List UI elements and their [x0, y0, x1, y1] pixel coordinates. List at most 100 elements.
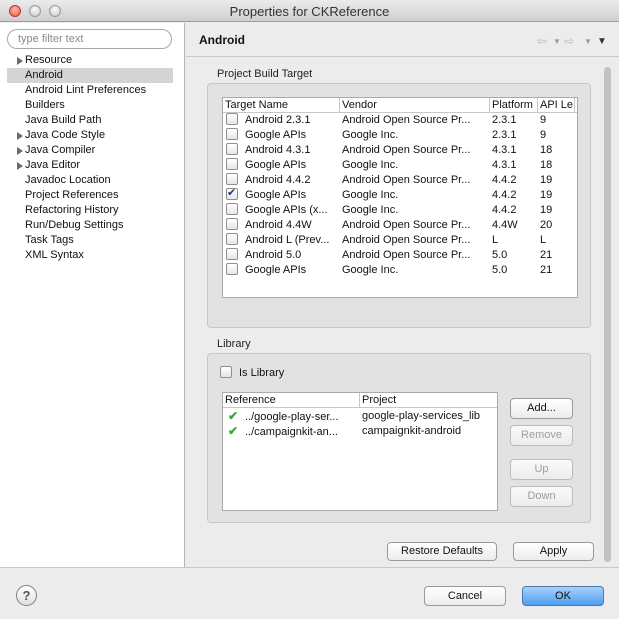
target-api-cell: 18	[540, 144, 553, 156]
target-vendor-cell: Android Open Source Pr...	[342, 144, 471, 156]
column-platform[interactable]: Platform	[490, 98, 538, 113]
table-row[interactable]: Google APIs Google Inc. 2.3.1 9	[223, 128, 577, 143]
ok-button[interactable]: OK	[522, 586, 604, 606]
table-row[interactable]: ✔ ../campaignkit-an... campaignkit-android	[223, 424, 497, 439]
tree-item-xml-syntax[interactable]: XML Syntax	[0, 248, 185, 263]
target-checkbox[interactable]	[226, 233, 238, 245]
column-target-name[interactable]: Target Name	[223, 98, 340, 113]
target-checkbox[interactable]	[226, 158, 238, 170]
target-checkbox[interactable]	[226, 203, 238, 215]
project-cell: campaignkit-android	[362, 425, 462, 437]
target-checkbox[interactable]	[226, 263, 238, 275]
target-checkbox[interactable]	[226, 143, 238, 155]
target-name-cell: Google APIs	[223, 188, 340, 203]
table-row[interactable]: ✔ ../google-play-ser... google-play-servic…	[223, 409, 497, 424]
tree-item-java-editor[interactable]: Java Editor	[0, 158, 185, 173]
tree-item-java-compiler[interactable]: Java Compiler	[0, 143, 185, 158]
tree-item-java-code-style[interactable]: Java Code Style	[0, 128, 185, 143]
help-icon[interactable]: ?	[16, 585, 37, 606]
tree-item-label: Android Lint Preferences	[25, 84, 147, 96]
filter-input[interactable]	[8, 30, 171, 48]
target-name-cell: Google APIs (x...	[223, 203, 340, 218]
library-table: Reference Project ✔ ../google-play-ser...…	[222, 392, 498, 511]
window-title: Properties for CKReference	[229, 4, 390, 19]
target-api-cell: 21	[540, 249, 553, 261]
add-button[interactable]: Add...	[510, 398, 573, 419]
table-row[interactable]: Google APIs Google Inc. 4.3.1 18	[223, 158, 577, 173]
table-row[interactable]: Android L (Prev... Android Open Source Pr…	[223, 233, 577, 248]
tree-item-android[interactable]: Android	[7, 68, 173, 83]
expand-arrow-icon[interactable]	[17, 147, 23, 155]
target-name: Google APIs	[245, 159, 307, 171]
target-platform-cell: 2.3.1	[492, 114, 517, 126]
restore-defaults-button[interactable]: Restore Defaults	[387, 542, 497, 561]
filter-field[interactable]	[7, 29, 172, 49]
forward-history-dropdown-icon[interactable]: ▼	[584, 37, 592, 46]
up-button[interactable]: Up	[510, 459, 573, 480]
table-row[interactable]: Google APIs Google Inc. 5.0 21	[223, 263, 577, 278]
dialog-footer: ? Cancel OK	[0, 567, 619, 619]
expand-arrow-icon[interactable]	[17, 162, 23, 170]
target-name: Android 5.0	[245, 249, 302, 261]
back-arrow-icon[interactable]: ⇦	[537, 34, 547, 48]
target-platform-cell: 5.0	[492, 264, 508, 276]
tree-item-run-debug-settings[interactable]: Run/Debug Settings	[0, 218, 185, 233]
remove-button[interactable]: Remove	[510, 425, 573, 446]
table-row[interactable]: Android 5.0 Android Open Source Pr... 5.0 2…	[223, 248, 577, 263]
back-history-dropdown-icon[interactable]: ▼	[553, 37, 561, 46]
table-row[interactable]: Android 4.4.2 Android Open Source Pr... 4.…	[223, 173, 577, 188]
target-name-cell: Android 2.3.1	[223, 113, 340, 128]
target-vendor-cell: Android Open Source Pr...	[342, 249, 471, 261]
is-library-option[interactable]: Is Library	[220, 366, 284, 381]
expand-arrow-icon[interactable]	[17, 132, 23, 140]
tree-item-resource[interactable]: Resource	[0, 53, 185, 68]
target-checkbox[interactable]	[226, 128, 238, 140]
target-checkbox[interactable]	[226, 218, 238, 230]
table-row[interactable]: Google APIs (x... Google Inc. 4.4.2 19	[223, 203, 577, 218]
cancel-button[interactable]: Cancel	[424, 586, 506, 606]
target-platform-cell: L	[492, 234, 499, 246]
target-name: Google APIs (x...	[245, 204, 328, 216]
target-vendor-cell: Google Inc.	[342, 204, 399, 216]
view-menu-icon[interactable]: ▼	[597, 36, 607, 47]
column-api-level[interactable]: API Le	[538, 98, 575, 113]
target-platform-cell: 4.4.2	[492, 204, 517, 216]
is-library-checkbox[interactable]	[220, 366, 232, 378]
column-vendor[interactable]: Vendor	[340, 98, 490, 113]
apply-button[interactable]: Apply	[513, 542, 594, 561]
target-vendor-cell: Android Open Source Pr...	[342, 114, 471, 126]
target-checkbox[interactable]	[226, 173, 238, 185]
column-reference[interactable]: Reference	[223, 393, 360, 408]
tree-item-refactoring-history[interactable]: Refactoring History	[0, 203, 185, 218]
tree-item-label: Java Editor	[25, 159, 81, 171]
tree-item-javadoc-location[interactable]: Javadoc Location	[0, 173, 185, 188]
target-api-cell: 18	[540, 159, 553, 171]
column-project[interactable]: Project	[360, 393, 497, 408]
target-name-cell: Android 4.4W	[223, 218, 340, 233]
tree-item-builders[interactable]: Builders	[0, 98, 185, 113]
vertical-scrollbar[interactable]	[603, 64, 612, 562]
table-row[interactable]: Android 4.4W Android Open Source Pr... 4.4…	[223, 218, 577, 233]
tree-item-label: Run/Debug Settings	[25, 219, 124, 231]
tree-item-android-lint-preferences[interactable]: Android Lint Preferences	[0, 83, 185, 98]
target-platform-cell: 4.4.2	[492, 189, 517, 201]
scrollbar-thumb[interactable]	[604, 67, 611, 562]
tree-item-project-references[interactable]: Project References	[0, 188, 185, 203]
tree-item-java-build-path[interactable]: Java Build Path	[0, 113, 185, 128]
expand-arrow-icon[interactable]	[17, 57, 23, 65]
target-vendor-cell: Google Inc.	[342, 264, 399, 276]
target-platform-cell: 4.3.1	[492, 159, 517, 171]
target-checkbox[interactable]	[226, 188, 238, 201]
target-checkbox[interactable]	[226, 248, 238, 260]
down-button[interactable]: Down	[510, 486, 573, 507]
target-api-cell: 21	[540, 264, 553, 276]
target-api-cell: 19	[540, 189, 553, 201]
table-row[interactable]: Google APIs Google Inc. 4.4.2 19	[223, 188, 577, 203]
target-checkbox[interactable]	[226, 113, 238, 125]
page-header: Android ⇦ ▼ ⇨ ▼ ▼	[186, 23, 619, 57]
tree-item-task-tags[interactable]: Task Tags	[0, 233, 185, 248]
table-row[interactable]: Android 2.3.1 Android Open Source Pr... 2.…	[223, 113, 577, 128]
forward-arrow-icon[interactable]: ⇨	[564, 34, 574, 48]
table-row[interactable]: Android 4.3.1 Android Open Source Pr... 4.…	[223, 143, 577, 158]
target-name-cell: Android 4.3.1	[223, 143, 340, 158]
